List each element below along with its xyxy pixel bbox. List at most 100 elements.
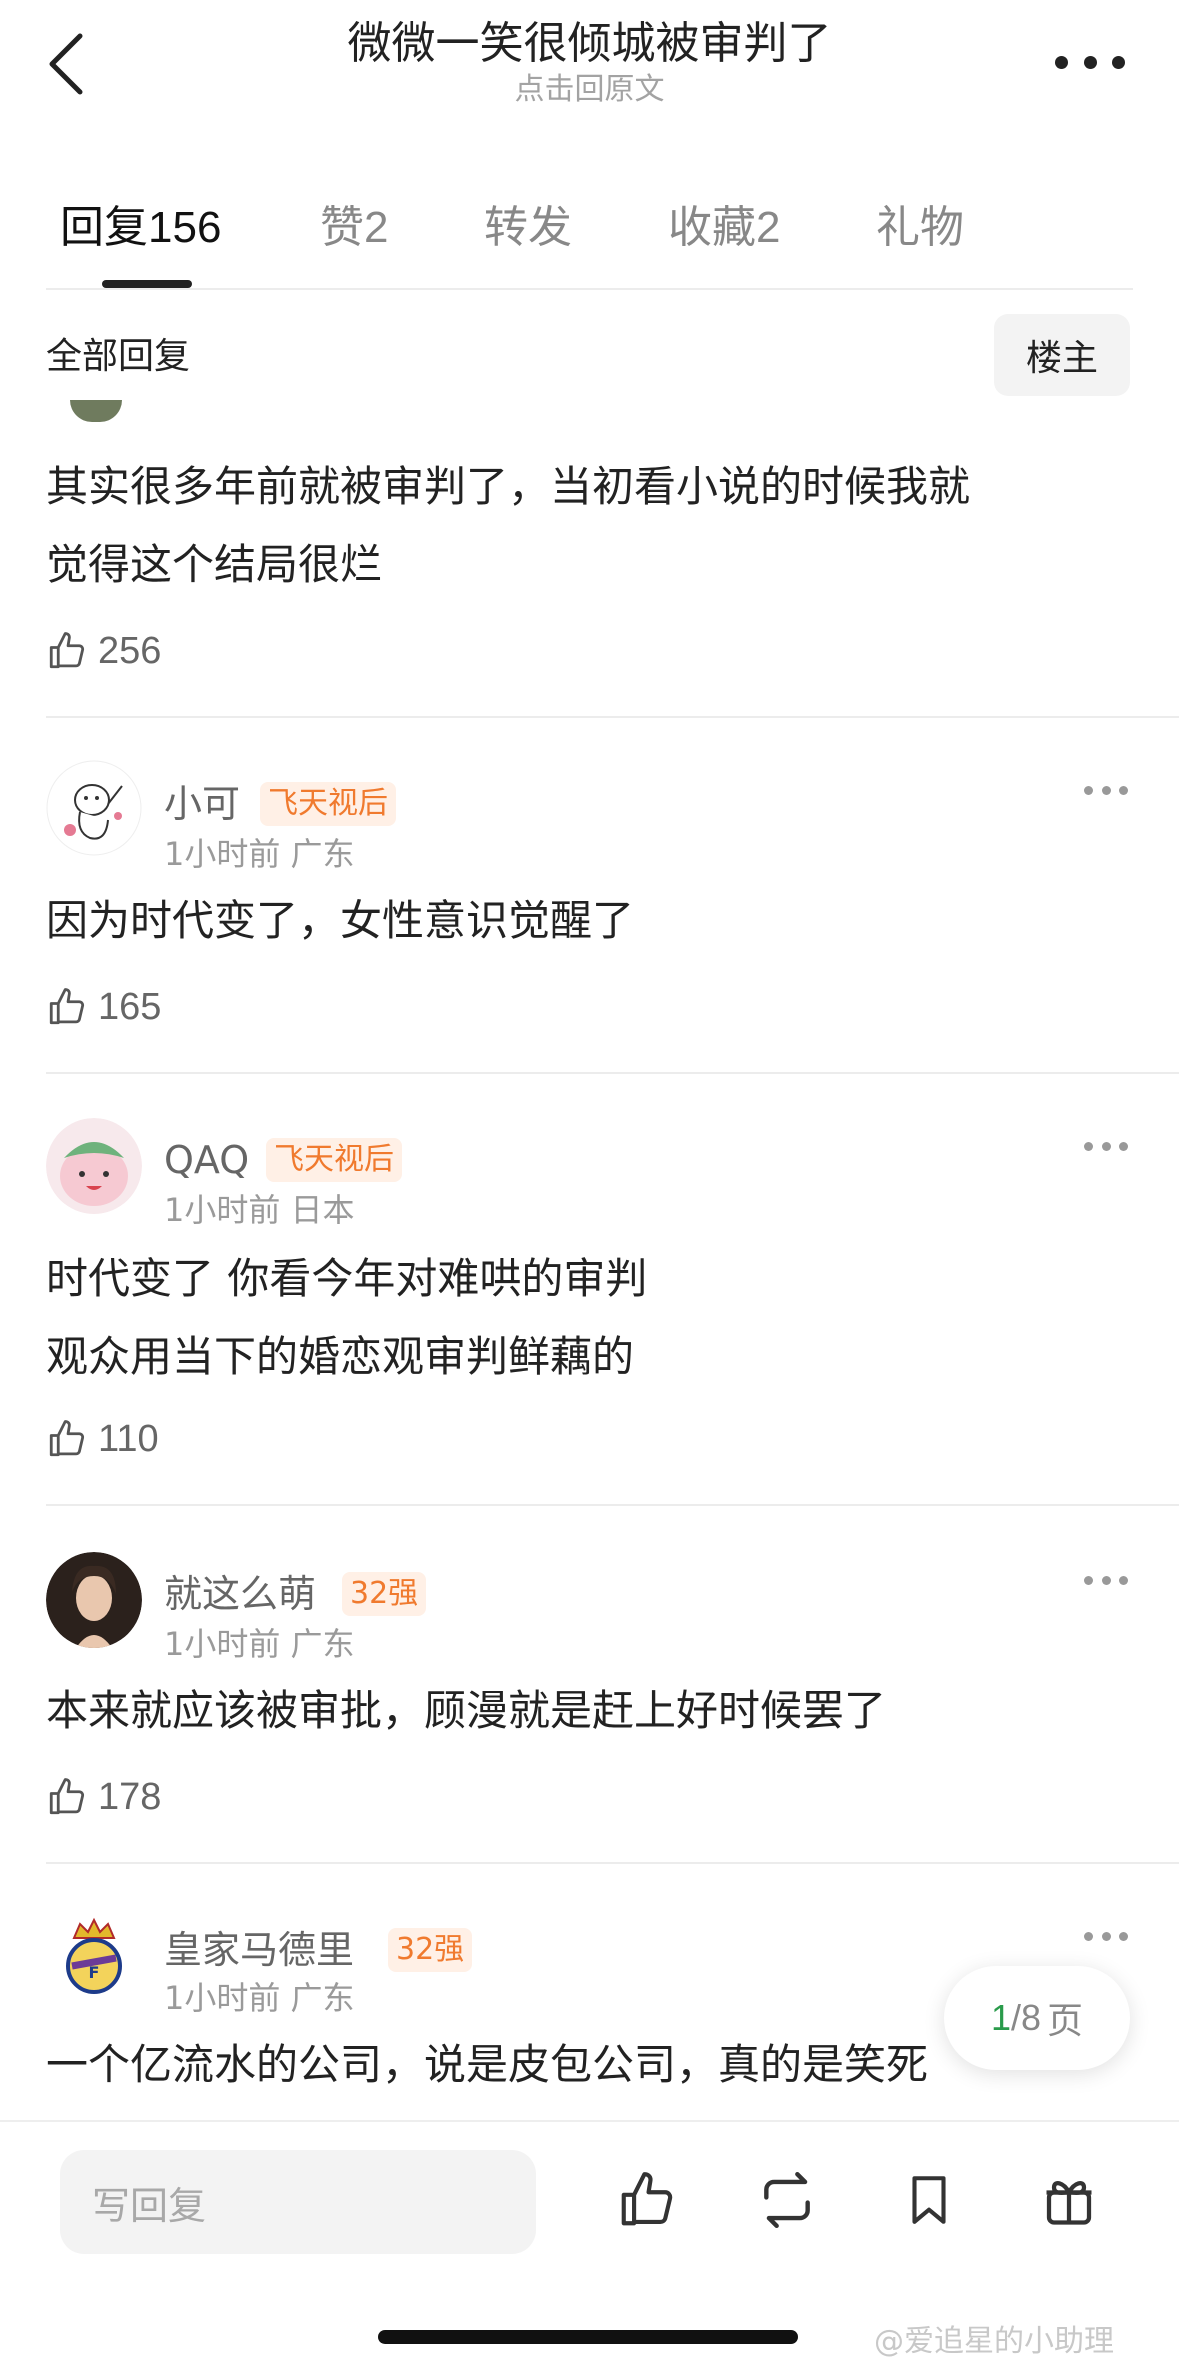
fan-badge[interactable]: 飞天视后 bbox=[260, 782, 396, 826]
comment-line: 时代变了 你看今年对难哄的审判 bbox=[46, 1254, 648, 1303]
comment-location: 广东 bbox=[290, 1625, 355, 1663]
comment-list[interactable]: 其实很多年前就被审判了，当初看小说的时候我就 觉得这个结局很烂 256 小可 飞… bbox=[0, 400, 1179, 2120]
divider bbox=[46, 1862, 1179, 1864]
fan-badge[interactable]: 32强 bbox=[388, 1928, 473, 1972]
more-options-button[interactable] bbox=[1055, 42, 1125, 82]
like-count: 165 bbox=[98, 985, 162, 1028]
divider bbox=[46, 288, 1133, 290]
view-original-link[interactable]: 点击回原文 bbox=[0, 70, 1179, 110]
more-dot-icon bbox=[1083, 55, 1097, 69]
owner-only-button[interactable]: 楼主 bbox=[994, 314, 1130, 396]
like-post-button[interactable] bbox=[612, 2160, 682, 2240]
fan-badge[interactable]: 飞天视后 bbox=[266, 1138, 402, 1182]
all-replies-label: 全部回复 bbox=[46, 336, 191, 377]
page-indicator[interactable]: 1/8 页 bbox=[944, 1966, 1130, 2070]
tab-count: 2 bbox=[364, 203, 389, 252]
avatar[interactable]: F bbox=[46, 1908, 142, 2004]
comment-meta: 1小时前 日本 bbox=[164, 1188, 355, 1232]
tab-likes[interactable]: 赞2 bbox=[320, 198, 388, 258]
total-pages: /8 bbox=[1010, 1997, 1042, 2038]
comment-line: 因为时代变了，女性意识觉醒了 bbox=[46, 896, 635, 945]
gift-button[interactable] bbox=[1034, 2160, 1104, 2240]
more-dot-icon bbox=[1084, 1576, 1093, 1585]
tab-label: 转发 bbox=[484, 202, 572, 253]
page-title[interactable]: 微微一笑很倾城被审判了 bbox=[0, 14, 1179, 74]
comment-time: 1小时前 bbox=[164, 1979, 281, 2017]
tab-gifts[interactable]: 礼物 bbox=[876, 198, 964, 258]
fan-badge[interactable]: 32强 bbox=[342, 1572, 427, 1616]
thumbs-up-icon bbox=[621, 2172, 673, 2226]
gift-icon bbox=[1046, 2181, 1092, 2225]
username[interactable]: 皇家马德里 bbox=[164, 1924, 354, 1976]
comment-time: 1小时前 bbox=[164, 835, 281, 873]
comment-time: 1小时前 bbox=[164, 1191, 281, 1229]
portrait-avatar-icon bbox=[46, 1552, 142, 1648]
username[interactable]: 小可 bbox=[164, 778, 240, 830]
like-button[interactable]: 178 bbox=[46, 1772, 161, 1822]
avatar[interactable] bbox=[46, 1118, 142, 1214]
comment-time: 1小时前 bbox=[164, 1625, 281, 1663]
like-button[interactable]: 110 bbox=[46, 1414, 159, 1464]
current-page: 1 bbox=[990, 1997, 1011, 2038]
comment-meta: 1小时前 广东 bbox=[164, 832, 355, 876]
more-dot-icon bbox=[1084, 1142, 1093, 1151]
avatar[interactable] bbox=[46, 760, 142, 856]
thumbs-up-icon bbox=[49, 1420, 85, 1457]
repost-icon bbox=[764, 2171, 810, 2229]
like-count: 178 bbox=[98, 1775, 162, 1818]
like-count: 110 bbox=[98, 1417, 159, 1460]
tab-label: 赞 bbox=[320, 202, 364, 253]
comment-location: 广东 bbox=[290, 835, 355, 873]
comment-location: 日本 bbox=[290, 1191, 355, 1229]
comment-more-button[interactable] bbox=[1084, 1576, 1128, 1588]
divider bbox=[46, 716, 1179, 718]
peach-character-avatar-icon bbox=[46, 1118, 142, 1214]
comment-more-button[interactable] bbox=[1084, 1932, 1128, 1944]
more-dot-icon bbox=[1112, 55, 1125, 69]
tab-count: 156 bbox=[148, 203, 222, 252]
divider bbox=[46, 1504, 1179, 1506]
tab-bar: 回复156 赞2 转发 收藏2 礼物 bbox=[0, 180, 1179, 290]
tab-favorites[interactable]: 收藏2 bbox=[668, 198, 780, 258]
comment-text: 其实很多年前就被审判了，当初看小说的时候我就 觉得这个结局很烂 bbox=[46, 448, 1116, 604]
page-unit: 页 bbox=[1047, 2000, 1084, 2041]
real-madrid-crest-icon: F bbox=[46, 1908, 142, 2004]
comment-meta: 1小时前 广东 bbox=[164, 1622, 355, 1666]
cartoon-avatar-icon bbox=[46, 760, 142, 856]
more-dot-icon bbox=[1119, 786, 1128, 795]
more-dot-icon bbox=[1101, 1932, 1111, 1941]
like-button[interactable]: 256 bbox=[46, 626, 161, 676]
avatar[interactable] bbox=[70, 400, 122, 422]
comment-line: 其实很多年前就被审判了，当初看小说的时候我就 bbox=[46, 462, 971, 511]
thumbs-up-icon bbox=[49, 988, 85, 1025]
comment-line: 觉得这个结局很烂 bbox=[46, 540, 383, 589]
reply-input[interactable]: 写回复 bbox=[60, 2150, 536, 2254]
favorite-button[interactable] bbox=[894, 2160, 964, 2240]
username[interactable]: 就这么萌 bbox=[164, 1568, 316, 1620]
tab-label: 回复 bbox=[60, 202, 148, 253]
comment-line: 观众用当下的婚恋观审判鲜藕的 bbox=[46, 1332, 635, 1381]
more-dot-icon bbox=[1084, 786, 1093, 795]
comment-more-button[interactable] bbox=[1084, 1142, 1128, 1154]
more-dot-icon bbox=[1119, 1932, 1128, 1941]
comment-location: 广东 bbox=[290, 1979, 355, 2017]
avatar[interactable] bbox=[46, 1552, 142, 1648]
top-nav-bar: 微微一笑很倾城被审判了 点击回原文 bbox=[0, 0, 1179, 130]
repost-button[interactable] bbox=[752, 2160, 822, 2240]
tab-label: 礼物 bbox=[876, 202, 964, 253]
tab-count: 2 bbox=[756, 203, 781, 252]
svg-text:F: F bbox=[89, 1963, 100, 1982]
tab-replies[interactable]: 回复156 bbox=[60, 198, 221, 258]
tab-reposts[interactable]: 转发 bbox=[484, 198, 572, 258]
more-dot-icon bbox=[1119, 1142, 1128, 1151]
active-tab-indicator bbox=[102, 280, 192, 288]
home-indicator[interactable] bbox=[378, 2330, 798, 2344]
more-dot-icon bbox=[1101, 786, 1111, 795]
divider bbox=[46, 1072, 1179, 1074]
like-count: 256 bbox=[98, 629, 162, 672]
more-dot-icon bbox=[1119, 1576, 1128, 1585]
comment-more-button[interactable] bbox=[1084, 786, 1128, 798]
comment-line: 本来就应该被审批，顾漫就是赶上好时候罢了 bbox=[46, 1686, 887, 1735]
username[interactable]: QAQ bbox=[164, 1134, 249, 1186]
like-button[interactable]: 165 bbox=[46, 982, 161, 1032]
